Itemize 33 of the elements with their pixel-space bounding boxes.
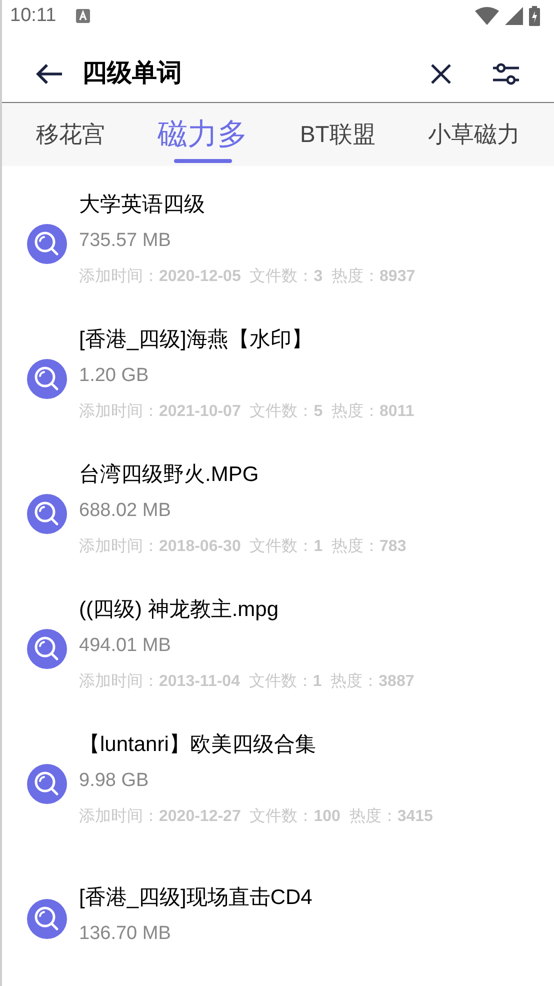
clear-button[interactable] xyxy=(430,62,452,85)
search-icon xyxy=(27,224,67,264)
status-time: 10:11 xyxy=(10,4,56,28)
filter-button[interactable] xyxy=(492,62,520,86)
search-icon xyxy=(27,764,67,804)
tab[interactable]: BT联盟 xyxy=(296,102,380,166)
result-size: 136.70 MB xyxy=(79,922,172,946)
notification-icon xyxy=(76,8,90,23)
tab[interactable]: 小草磁力 xyxy=(424,102,524,166)
result-title: [香港_四级]海燕【水印】 xyxy=(79,328,314,352)
result-title: ((四级) 神龙教主.mpg xyxy=(79,598,280,622)
result-size: 688.02 MB xyxy=(79,498,172,522)
result-size: 1.20 GB xyxy=(79,364,150,388)
search-icon xyxy=(27,628,67,668)
result-size: 494.01 MB xyxy=(79,634,172,658)
result-size: 9.98 GB xyxy=(79,768,150,792)
battery-icon xyxy=(529,6,540,26)
tab-indicator xyxy=(174,159,232,163)
wifi-icon xyxy=(475,6,499,25)
search-icon xyxy=(27,358,67,398)
signal-icon xyxy=(505,6,523,25)
tab[interactable]: 磁力多 xyxy=(154,102,252,166)
search-icon xyxy=(27,898,67,938)
result-title: [香港_四级]现场直击CD4 xyxy=(79,886,312,910)
search-icon xyxy=(27,494,67,534)
result-title: 台湾四级野火.MPG xyxy=(79,462,260,486)
result-title: 大学英语四级 xyxy=(79,192,206,216)
result-item[interactable]: [香港_四级]现场直击CD4 136.70 MB xyxy=(2,851,554,986)
back-button[interactable] xyxy=(34,62,64,86)
search-field[interactable]: 四级单词 xyxy=(82,54,430,92)
result-title: 【luntanri】欧美四级合集 xyxy=(79,732,317,756)
result-size: 735.57 MB xyxy=(79,228,172,252)
tab[interactable]: 移花宫 xyxy=(32,102,110,166)
